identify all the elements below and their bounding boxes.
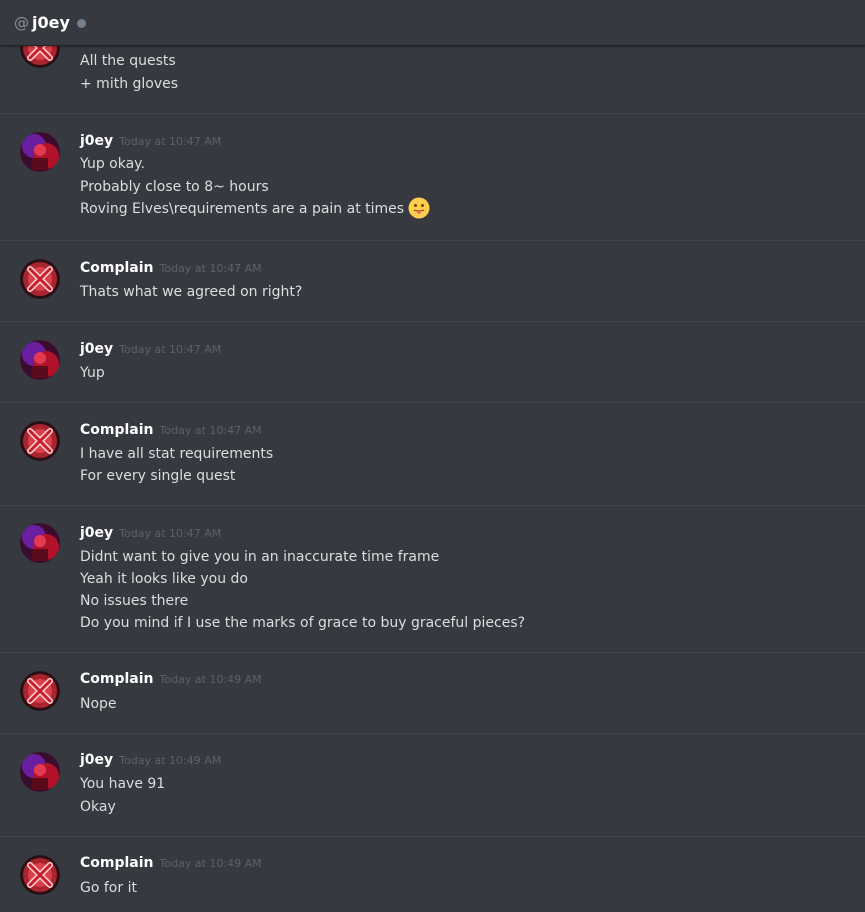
message-timestamp: Today at 10:47 AM [159, 262, 262, 275]
avatar-complain[interactable] [20, 421, 60, 461]
channel-header: @ j0ey [0, 0, 865, 46]
message-group: j0ey Today at 10:49 AM You have 91 Okay [0, 734, 865, 837]
message-text: Okay [80, 799, 116, 815]
message-text: Thats what we agreed on right? [80, 284, 303, 300]
message-timestamp: Today at 10:47 AM [119, 343, 222, 356]
dm-recipient-name[interactable]: j0ey [32, 13, 70, 32]
message-timestamp: Today at 10:47 AM [119, 135, 222, 148]
message-author[interactable]: j0ey Today at 10:49 AM [80, 752, 221, 768]
status-offline-icon [76, 18, 86, 28]
avatar-complain[interactable] [20, 671, 60, 711]
message-author[interactable]: j0ey Today at 10:47 AM [80, 525, 221, 541]
message-timestamp: Today at 10:49 AM [119, 754, 222, 767]
message-author[interactable]: j0ey Today at 10:47 AM [80, 133, 221, 149]
message-group: Complain Today at 10:49 AM Go for it [0, 837, 865, 912]
message-text: All the quests [80, 53, 176, 69]
avatar-complain[interactable] [20, 259, 60, 299]
message-group: Complain Today at 10:49 AM Nope [0, 653, 865, 734]
message-timestamp: Today at 10:49 AM [159, 673, 262, 686]
avatar-j0ey[interactable] [20, 523, 60, 563]
message-text: No issues there [80, 593, 189, 609]
message-text: Probably close to 8~ hours [80, 179, 269, 195]
message-text: You have 91 [80, 776, 166, 792]
message-group: j0ey Today at 10:47 AM Yup okay. Probably… [0, 114, 865, 241]
message-text: Didnt want to give you in an inaccurate … [80, 549, 440, 565]
message-text: + mith gloves [80, 76, 179, 92]
message-author[interactable]: Complain Today at 10:49 AM [80, 855, 262, 871]
message-timestamp: Today at 10:47 AM [119, 527, 222, 540]
message-author[interactable]: j0ey Today at 10:47 AM [80, 341, 221, 357]
stuck-out-tongue-emoji-icon [408, 197, 430, 219]
message-author[interactable]: Complain Today at 10:47 AM [80, 260, 262, 276]
message-group: Complain Today at 10:47 AM I have all sta… [0, 403, 865, 506]
message-group: Complain Today at 10:47 AM Thats what we … [0, 241, 865, 322]
message-text: Yup okay. [80, 156, 145, 172]
message-text: Do you mind if I use the marks of grace … [80, 615, 526, 631]
message-timestamp: Today at 10:47 AM [159, 424, 262, 437]
avatar-j0ey[interactable] [20, 132, 60, 172]
message-text-with-emoji: Roving Elves\requirements are a pain at … [80, 197, 430, 219]
avatar-j0ey[interactable] [20, 340, 60, 380]
message-author[interactable]: Complain Today at 10:49 AM [80, 671, 262, 687]
message-timestamp: Today at 10:49 AM [159, 857, 262, 870]
message-text: Nope [80, 696, 117, 712]
message-text: Yup [80, 365, 105, 381]
message-text: Go for it [80, 880, 137, 896]
message-text: For every single quest [80, 468, 236, 484]
at-icon: @ [14, 13, 29, 32]
message-text: Yeah it looks like you do [80, 571, 248, 587]
message-group: j0ey Today at 10:47 AM Didnt want to give… [0, 506, 865, 653]
message-text: I have all stat requirements [80, 446, 274, 462]
message-group: j0ey Today at 10:47 AM Yup [0, 322, 865, 403]
message-author[interactable]: Complain Today at 10:47 AM [80, 422, 262, 438]
avatar-j0ey[interactable] [20, 752, 60, 792]
avatar-complain[interactable] [20, 855, 60, 895]
